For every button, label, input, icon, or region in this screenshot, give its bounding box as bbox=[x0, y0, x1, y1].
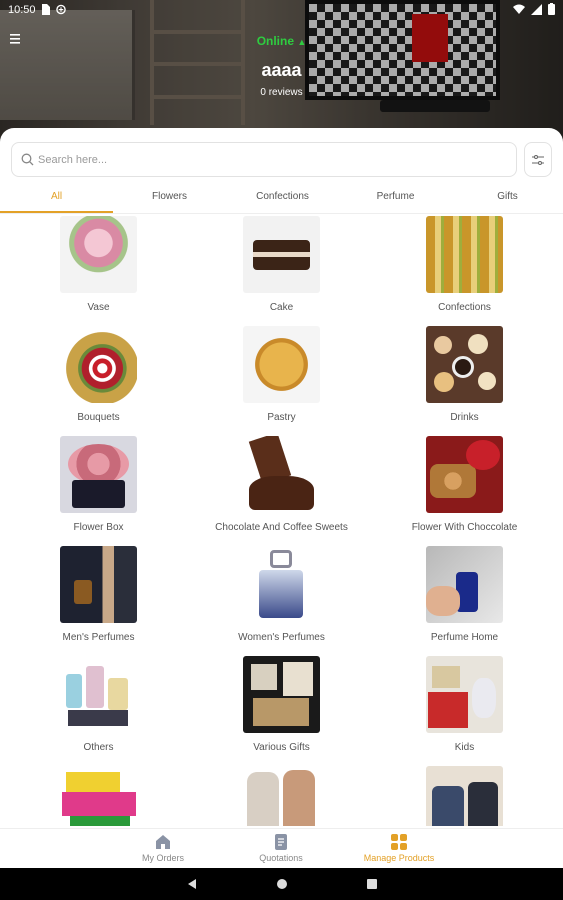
category-item[interactable]: Vase bbox=[7, 216, 190, 326]
category-item[interactable]: Flower Box bbox=[7, 436, 190, 546]
category-label: Vase bbox=[87, 302, 110, 313]
home-icon bbox=[156, 835, 170, 849]
category-item[interactable]: Cake bbox=[190, 216, 373, 326]
category-label: Pastry bbox=[267, 412, 296, 423]
back-icon[interactable] bbox=[186, 878, 198, 890]
category-item[interactable]: Bouquets bbox=[7, 326, 190, 436]
document-icon bbox=[275, 834, 287, 850]
jacket-photo bbox=[426, 766, 503, 826]
mens-perfume-photo bbox=[60, 546, 137, 623]
drinks-photo bbox=[426, 326, 503, 403]
category-item[interactable]: Men's Perfumes bbox=[7, 546, 190, 656]
search-icon bbox=[21, 153, 34, 166]
tab-flowers[interactable]: Flowers bbox=[113, 186, 226, 214]
category-item[interactable]: Others bbox=[7, 656, 190, 766]
tab-perfume[interactable]: Perfume bbox=[339, 186, 452, 214]
cake-photo bbox=[243, 216, 320, 293]
category-item[interactable]: Flower With Chocco­late bbox=[373, 436, 556, 546]
tab-all[interactable]: All bbox=[0, 186, 113, 214]
signal-icon bbox=[531, 3, 542, 15]
category-label: Various Gifts bbox=[253, 742, 310, 753]
online-status-label: Online bbox=[256, 34, 295, 48]
nav-manage-products[interactable]: Manage Products bbox=[344, 833, 454, 863]
flower-chocolate-photo bbox=[426, 436, 503, 513]
pastry-photo bbox=[243, 326, 320, 403]
sim-card-icon bbox=[42, 4, 50, 15]
category-item[interactable]: Pastry bbox=[190, 326, 373, 436]
category-grid: Vase Cake Confections Bouquets Pastry Dr… bbox=[0, 216, 563, 826]
system-navigation-bar bbox=[0, 868, 563, 900]
nav-label: Manage Products bbox=[363, 853, 435, 863]
wifi-icon bbox=[513, 4, 525, 14]
various-gifts-photo bbox=[243, 656, 320, 733]
caret-up-icon: ▲ bbox=[297, 37, 307, 47]
category-item[interactable]: Women's Perfumes bbox=[190, 546, 373, 656]
category-label: Bouquets bbox=[77, 412, 120, 423]
active-tab-indicator bbox=[0, 211, 113, 213]
tab-confections[interactable]: Confections bbox=[226, 186, 339, 214]
nav-quotations[interactable]: Quotations bbox=[226, 833, 336, 863]
data-saver-icon bbox=[56, 4, 66, 15]
category-item[interactable]: Confections bbox=[373, 216, 556, 326]
womens-perfume-photo bbox=[243, 546, 320, 623]
category-item[interactable] bbox=[190, 766, 373, 826]
status-time: 10:50 bbox=[8, 4, 36, 16]
category-label: Perfume Home bbox=[430, 632, 499, 643]
home-circle-icon[interactable] bbox=[276, 878, 288, 890]
online-status-toggle[interactable]: Online ▲ bbox=[0, 34, 563, 48]
gift-boxes-photo bbox=[60, 766, 137, 826]
nav-my-orders[interactable]: My Orders bbox=[108, 833, 218, 863]
search-bar[interactable] bbox=[11, 142, 517, 177]
grid-icon bbox=[391, 834, 407, 850]
category-item[interactable]: Kids bbox=[373, 656, 556, 766]
category-item[interactable]: Drinks bbox=[373, 326, 556, 436]
recents-icon[interactable] bbox=[366, 878, 378, 890]
app-screen: 10:50 Online ▲ aaaa 0 reviews All Flower… bbox=[0, 0, 563, 900]
kids-photo bbox=[426, 656, 503, 733]
shop-name: aaaa bbox=[261, 60, 302, 80]
category-label: Flower Box bbox=[73, 522, 124, 533]
category-item[interactable]: Various Gifts bbox=[190, 656, 373, 766]
vase-photo bbox=[60, 216, 137, 293]
flower-box-photo bbox=[60, 436, 137, 513]
clothing-photo bbox=[243, 766, 320, 826]
category-label: Confections bbox=[438, 302, 491, 313]
category-item[interactable]: Perfume Home bbox=[373, 546, 556, 656]
search-input[interactable] bbox=[38, 143, 508, 176]
perfume-home-photo bbox=[426, 546, 503, 623]
filter-sliders-icon bbox=[532, 154, 544, 165]
category-label: Flower With Chocco­late bbox=[411, 522, 518, 533]
battery-icon bbox=[548, 3, 555, 15]
category-label: Men's Perfumes bbox=[62, 632, 135, 643]
confections-photo bbox=[426, 216, 503, 293]
category-label: Others bbox=[83, 742, 114, 753]
chocolate-photo bbox=[243, 436, 320, 513]
nav-label: Quotations bbox=[259, 853, 303, 863]
bottom-navigation: My Orders Quotations Manage Products bbox=[0, 828, 563, 868]
content-sheet: All Flowers Confections Perfume Gifts Va… bbox=[0, 128, 563, 828]
category-label: Cake bbox=[269, 302, 294, 313]
category-label: Drinks bbox=[450, 412, 479, 423]
nav-label: My Orders bbox=[141, 853, 184, 863]
status-bar: 10:50 bbox=[0, 0, 563, 20]
category-label: Women's Perfumes bbox=[238, 632, 325, 643]
reviews-count[interactable]: 0 reviews bbox=[0, 87, 563, 98]
category-label: Kids bbox=[454, 742, 475, 753]
category-item[interactable] bbox=[7, 766, 190, 826]
category-item[interactable] bbox=[373, 766, 556, 826]
others-photo bbox=[60, 656, 137, 733]
tab-gifts[interactable]: Gifts bbox=[452, 186, 563, 214]
category-label: Chocolate And Coffee Sweets bbox=[215, 522, 348, 533]
category-item[interactable]: Chocolate And Coffee Sweets bbox=[190, 436, 373, 546]
category-tabs: All Flowers Confections Perfume Gifts bbox=[0, 186, 563, 214]
filter-button[interactable] bbox=[524, 142, 552, 177]
bouquet-photo bbox=[60, 326, 137, 403]
